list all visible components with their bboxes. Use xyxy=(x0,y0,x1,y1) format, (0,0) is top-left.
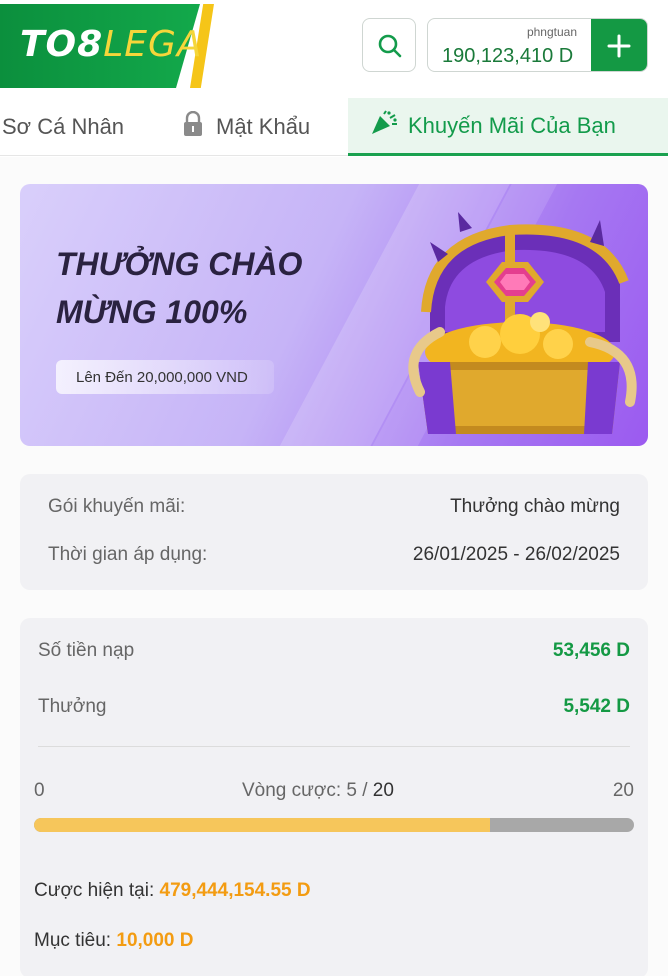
progress-fill xyxy=(34,818,490,832)
progress-min: 0 xyxy=(34,780,45,801)
deposit-value: 53,456 D xyxy=(552,640,630,661)
deposit-label: Số tiền nạp xyxy=(38,640,135,661)
progress-target: 20 xyxy=(372,780,394,801)
search-button[interactable] xyxy=(362,18,416,72)
bonus-row: Thưởng 5,542 D xyxy=(38,696,630,718)
logo-text: TO8LEGA xyxy=(20,24,203,65)
header: TO8LEGA phngtuan 190,123,410 D xyxy=(0,0,668,92)
progress-label: Vòng cược: 5 / 20 xyxy=(242,780,394,802)
divider xyxy=(38,746,630,747)
progress-max: 20 xyxy=(612,780,634,801)
promo-info-card: Gói khuyến mãi: Thưởng chào mừng Thời gi… xyxy=(20,474,648,590)
logo-accent: LEGA xyxy=(103,24,203,65)
promo-banner: THƯỞNG CHÀO MỪNG 100% Lên Đến 20,000,000… xyxy=(20,184,648,446)
wagering-stats-card: Số tiền nạp 53,456 D Thưởng 5,542 D 0 Vò… xyxy=(20,618,648,976)
package-row: Gói khuyến mãi: Thưởng chào mừng xyxy=(48,496,620,518)
period-label: Thời gian áp dụng: xyxy=(48,544,208,565)
current-bet-row: Cược hiện tại: 479,444,154.55 D xyxy=(34,880,311,902)
balance-widget[interactable]: phngtuan 190,123,410 D xyxy=(427,18,648,72)
logo-main: TO8 xyxy=(20,24,104,65)
tab-promotions[interactable]: Khuyến Mãi Của Bạn xyxy=(348,98,668,156)
deposit-add-button[interactable] xyxy=(591,19,647,71)
current-bet-label: Cược hiện tại: xyxy=(34,880,160,901)
site-logo[interactable]: TO8LEGA xyxy=(0,4,214,88)
tab-password-label: Mật Khẩu xyxy=(216,114,311,139)
tab-profile-label: Sơ Cá Nhân xyxy=(2,114,125,139)
package-label: Gói khuyến mãi: xyxy=(48,496,186,517)
bonus-label: Thưởng xyxy=(38,696,107,717)
target-row: Mục tiêu: 10,000 D xyxy=(34,930,194,952)
balance-amount: 190,123,410 D xyxy=(442,45,574,67)
banner-max-bonus: Lên Đến 20,000,000 VND xyxy=(56,360,274,394)
account-tabs: Sơ Cá Nhân Mật Khẩu Khuyến Mãi Của Bạn xyxy=(0,98,668,156)
plus-icon xyxy=(607,34,631,58)
banner-title: THƯỞNG CHÀO MỪNG 100% xyxy=(56,246,303,330)
tab-password[interactable]: Mật Khẩu xyxy=(182,98,310,156)
lock-icon xyxy=(182,110,204,143)
progress-text: Vòng cược: 5 / xyxy=(242,780,373,801)
confetti-icon xyxy=(370,109,398,142)
period-value: 26/01/2025 - 26/02/2025 xyxy=(412,544,620,565)
package-value: Thưởng chào mừng xyxy=(450,496,620,517)
target-label: Mục tiêu: xyxy=(34,930,117,951)
treasure-chest-image xyxy=(408,212,637,434)
tab-profile[interactable]: Sơ Cá Nhân xyxy=(2,98,124,156)
period-row: Thời gian áp dụng: 26/01/2025 - 26/02/20… xyxy=(48,544,620,566)
bonus-value: 5,542 D xyxy=(563,696,630,717)
wagering-progress-bar xyxy=(34,818,634,832)
username: phngtuan xyxy=(526,25,577,39)
deposit-row: Số tiền nạp 53,456 D xyxy=(38,640,630,662)
current-bet-value: 479,444,154.55 D xyxy=(159,880,311,901)
search-icon xyxy=(378,34,402,58)
tab-promotions-label: Khuyến Mãi Của Bạn xyxy=(408,112,616,138)
target-value: 10,000 D xyxy=(116,930,194,951)
